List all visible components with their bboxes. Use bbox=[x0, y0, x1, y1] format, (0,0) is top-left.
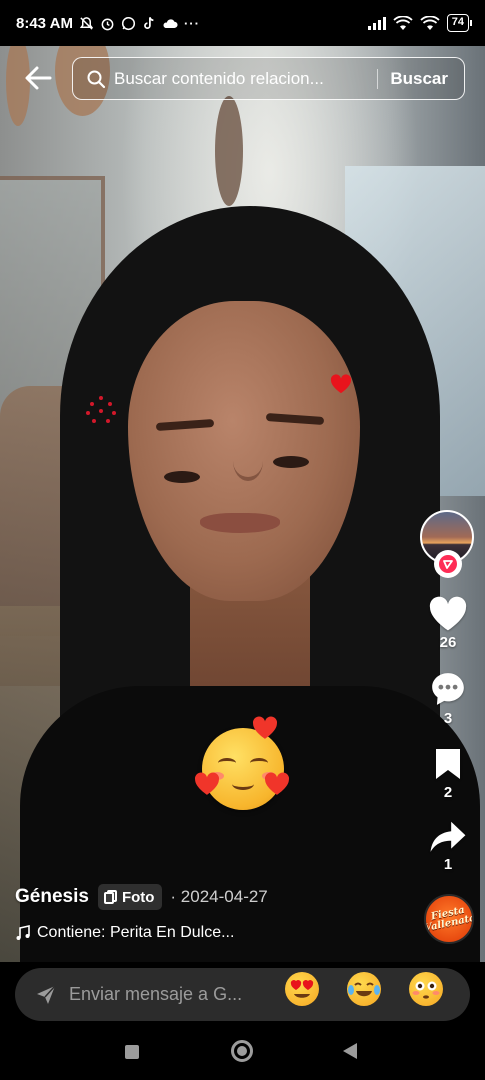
search-input[interactable]: Buscar contenido relacion... bbox=[114, 69, 365, 89]
system-back-button[interactable] bbox=[343, 1043, 357, 1059]
music-info[interactable]: Contiene: Perita En Dulce... bbox=[15, 924, 405, 942]
follow-arrow-icon bbox=[439, 555, 457, 573]
battery-indicator: 74 bbox=[446, 14, 473, 32]
send-icon bbox=[37, 984, 56, 1004]
like-button[interactable]: 26 bbox=[418, 596, 478, 651]
post-photo[interactable] bbox=[0, 46, 485, 966]
music-disc-label: Fiesta Vallenata bbox=[424, 904, 474, 935]
save-count: 2 bbox=[443, 784, 453, 801]
status-time: 8:43 AM bbox=[16, 14, 73, 32]
more-notifications-icon: ··· bbox=[183, 15, 200, 31]
notification-icons: ··· bbox=[79, 16, 200, 31]
share-button[interactable]: 1 bbox=[418, 818, 478, 873]
comment-bar: Enviar mensaje a G... bbox=[0, 962, 485, 1026]
photo-type-badge: Foto bbox=[97, 884, 163, 910]
message-input[interactable]: Enviar mensaje a G... bbox=[15, 968, 470, 1021]
music-note-icon bbox=[16, 925, 30, 940]
flushed-emoji-button[interactable] bbox=[409, 972, 443, 1006]
search-divider bbox=[377, 68, 379, 89]
mute-bell-icon bbox=[79, 16, 94, 30]
search-icon bbox=[87, 70, 106, 88]
heart-eyes-emoji-icon bbox=[290, 980, 314, 998]
tears-of-joy-emoji-icon bbox=[348, 982, 380, 997]
back-arrow-icon[interactable] bbox=[22, 62, 54, 94]
comment-count: 3 bbox=[443, 710, 453, 727]
status-bar: 8:43 AM ··· 74 bbox=[0, 0, 485, 46]
bookmark-icon bbox=[436, 749, 460, 779]
tiktok-icon bbox=[144, 16, 154, 29]
flushed-emoji-icon bbox=[412, 981, 440, 999]
sparkle-sticker bbox=[86, 396, 116, 423]
share-arrow-icon bbox=[430, 821, 466, 852]
alarm-icon bbox=[101, 18, 114, 30]
heart-sticker bbox=[330, 374, 352, 394]
search-bar[interactable]: Buscar contenido relacion... Buscar bbox=[72, 57, 465, 100]
system-indicators: 74 bbox=[367, 14, 473, 32]
home-button[interactable] bbox=[231, 1040, 253, 1062]
system-nav-bar bbox=[0, 1026, 485, 1080]
hugging-emoji-sticker bbox=[194, 716, 290, 810]
follow-button[interactable] bbox=[434, 550, 462, 578]
like-count: 26 bbox=[439, 634, 457, 651]
author-name[interactable]: Génesis bbox=[15, 886, 89, 908]
heart-eyes-emoji-button[interactable] bbox=[285, 972, 319, 1006]
tears-of-joy-emoji-button[interactable] bbox=[347, 972, 381, 1006]
comment-button[interactable]: 3 bbox=[418, 670, 478, 727]
whatsapp-icon bbox=[121, 16, 136, 30]
heart-icon bbox=[429, 596, 467, 631]
face bbox=[128, 301, 360, 601]
photo-type-label: Foto bbox=[121, 888, 155, 906]
photo-stack-icon bbox=[103, 890, 118, 904]
music-title: Contiene: Perita En Dulce... bbox=[37, 924, 235, 941]
post-caption: Génesis Foto · 2024-04-27 Contiene: Peri… bbox=[15, 884, 405, 942]
signal-icon bbox=[367, 16, 386, 30]
recents-button[interactable] bbox=[125, 1045, 139, 1059]
music-disc[interactable]: Fiesta Vallenata bbox=[424, 894, 474, 944]
search-button[interactable]: Buscar bbox=[390, 69, 448, 89]
post-date: · 2024-04-27 bbox=[170, 887, 268, 906]
wifi-icon bbox=[393, 15, 413, 30]
wifi-icon-secondary bbox=[420, 15, 440, 30]
comment-bubble-icon bbox=[432, 673, 464, 705]
cloud-icon bbox=[163, 18, 178, 28]
share-count: 1 bbox=[443, 856, 453, 873]
save-button[interactable]: 2 bbox=[418, 746, 478, 801]
message-placeholder: Enviar mensaje a G... bbox=[69, 984, 243, 1004]
